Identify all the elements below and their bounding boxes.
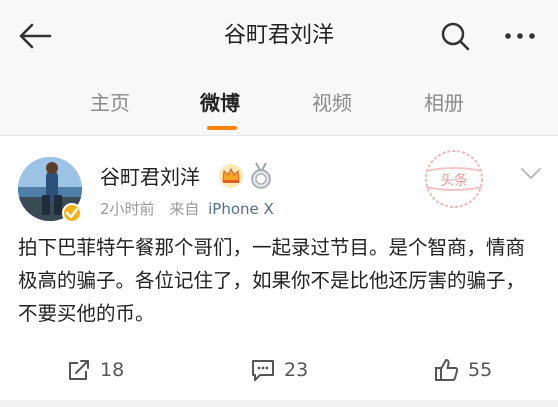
post-time: 2小时前 bbox=[100, 200, 155, 218]
tab-video[interactable]: 视频 bbox=[312, 88, 352, 118]
toutiao-stamp-icon: 头条 bbox=[425, 150, 483, 208]
search-icon[interactable] bbox=[440, 20, 470, 52]
stamp-text: 头条 bbox=[440, 172, 468, 189]
verified-badge-icon bbox=[62, 203, 82, 223]
author-name[interactable]: 谷町君刘洋 bbox=[100, 163, 200, 191]
more-dots-icon[interactable] bbox=[500, 20, 540, 52]
comment-icon bbox=[252, 360, 274, 381]
post-text: 拍下巴菲特午餐那个哥们，一起录过节目。是个智商，情商极高的骗子。各位记住了，如果… bbox=[18, 236, 526, 325]
tab-weibo[interactable]: 微博 bbox=[200, 88, 240, 118]
active-tab-indicator bbox=[207, 126, 237, 130]
like-button[interactable]: 55 bbox=[434, 356, 524, 384]
medal-icon[interactable] bbox=[250, 162, 272, 190]
repost-count: 18 bbox=[100, 359, 125, 381]
tab-home[interactable]: 主页 bbox=[90, 88, 130, 118]
repost-icon bbox=[69, 360, 89, 380]
repost-button[interactable]: 18 bbox=[66, 356, 156, 384]
like-count: 55 bbox=[468, 359, 493, 381]
top-navigation-bar: 谷町君刘洋 bbox=[0, 0, 558, 72]
page-title: 谷町君刘洋 bbox=[223, 23, 334, 48]
profile-tabs: 主页 微博 视频 相册 bbox=[0, 72, 558, 136]
weibo-post: 谷町君刘洋 2小时前 来自 iPhone X 头条 拍下巴菲特午餐那个哥们，一起… bbox=[0, 137, 558, 407]
tab-album[interactable]: 相册 bbox=[424, 88, 464, 118]
comment-button[interactable]: 23 bbox=[250, 356, 340, 384]
source-prefix: 来自 bbox=[169, 200, 200, 218]
post-device[interactable]: iPhone X bbox=[208, 200, 274, 218]
post-actions: 18 23 55 bbox=[0, 350, 558, 390]
crown-icon[interactable] bbox=[218, 163, 244, 189]
section-divider bbox=[0, 400, 558, 407]
comment-count: 23 bbox=[284, 359, 309, 381]
post-meta: 2小时前 来自 iPhone X bbox=[100, 199, 274, 219]
thumbs-up-icon bbox=[435, 359, 459, 381]
chevron-down-icon[interactable] bbox=[520, 167, 542, 181]
